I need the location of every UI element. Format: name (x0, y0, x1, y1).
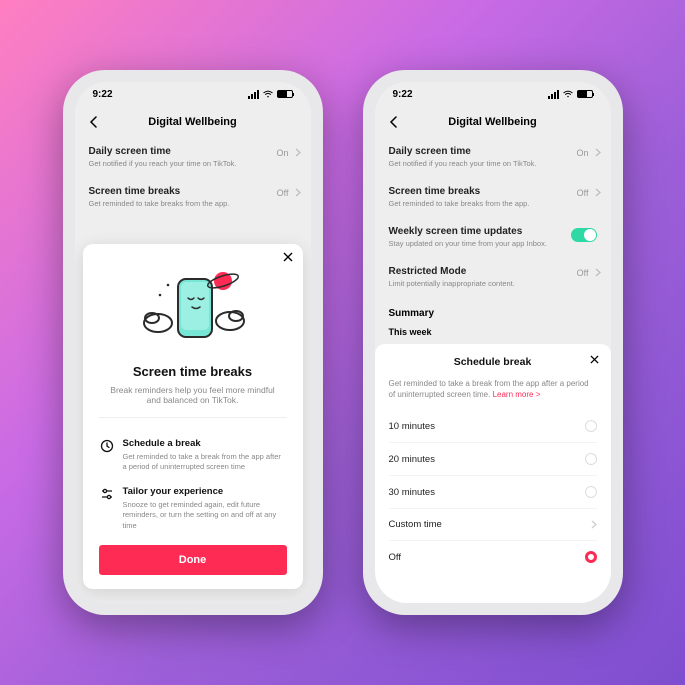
row-value: Off (577, 188, 589, 198)
feature-tailor: Tailor your experience Snooze to get rem… (99, 486, 287, 530)
chevron-left-icon (89, 116, 99, 128)
feature-desc: Get reminded to take a break from the ap… (123, 452, 287, 472)
radio-selected-icon (585, 551, 597, 563)
sheet-title: Schedule break (389, 356, 597, 368)
row-subtitle: Get notified if you reach your time on T… (389, 159, 597, 168)
row-title: Daily screen time (389, 146, 597, 157)
done-button[interactable]: Done (99, 545, 287, 575)
sliders-icon (99, 486, 115, 530)
summary-header: Summary (375, 298, 611, 323)
row-title: Weekly screen time updates (389, 226, 597, 237)
option-off[interactable]: Off (389, 541, 597, 573)
row-daily-screen-time[interactable]: Daily screen time Get notified if you re… (375, 138, 611, 178)
row-title: Screen time breaks (389, 186, 597, 197)
chevron-right-icon (595, 188, 601, 197)
phone-right: 9:22 Digital Wellbeing Daily screen time… (363, 70, 623, 615)
option-10-min[interactable]: 10 minutes (389, 410, 597, 443)
modal-title: Screen time breaks (99, 364, 287, 379)
row-restricted-mode[interactable]: Restricted Mode Limit potentially inappr… (375, 258, 611, 298)
row-title: Restricted Mode (389, 266, 597, 277)
status-time: 9:22 (93, 89, 113, 100)
battery-icon (277, 90, 293, 98)
row-subtitle: Get reminded to take breaks from the app… (389, 199, 597, 208)
screen-left: 9:22 Digital Wellbeing Daily screen time… (75, 82, 311, 603)
screen-time-breaks-modal: Screen time breaks Break reminders help … (83, 244, 303, 589)
weekly-toggle[interactable] (571, 228, 597, 242)
battery-icon (577, 90, 593, 98)
row-value: On (276, 148, 288, 158)
option-custom[interactable]: Custom time (389, 509, 597, 541)
radio-icon (585, 453, 597, 465)
back-button[interactable] (389, 116, 399, 128)
divider (99, 417, 287, 418)
nav-bar: Digital Wellbeing (375, 106, 611, 138)
row-subtitle: Get notified if you reach your time on T… (89, 159, 297, 168)
option-30-min[interactable]: 30 minutes (389, 476, 597, 509)
feature-schedule: Schedule a break Get reminded to take a … (99, 438, 287, 472)
row-subtitle: Get reminded to take breaks from the app… (89, 199, 297, 208)
row-title: Screen time breaks (89, 186, 297, 197)
row-screen-time-breaks[interactable]: Screen time breaks Get reminded to take … (75, 178, 311, 218)
chevron-right-icon (591, 520, 597, 529)
phone-left: 9:22 Digital Wellbeing Daily screen time… (63, 70, 323, 615)
page-title: Digital Wellbeing (148, 116, 236, 128)
option-20-min[interactable]: 20 minutes (389, 443, 597, 476)
screen-right: 9:22 Digital Wellbeing Daily screen time… (375, 82, 611, 603)
chevron-left-icon (389, 116, 399, 128)
row-subtitle: Limit potentially inappropriate content. (389, 279, 597, 288)
close-icon (590, 355, 599, 364)
close-button[interactable] (283, 252, 293, 262)
learn-more-link[interactable]: Learn more > (493, 390, 541, 399)
chevron-right-icon (295, 188, 301, 197)
schedule-break-sheet: Schedule break Get reminded to take a br… (375, 344, 611, 603)
close-button[interactable] (590, 355, 599, 364)
row-value: Off (577, 268, 589, 278)
close-icon (283, 252, 293, 262)
chevron-right-icon (595, 148, 601, 157)
row-daily-screen-time[interactable]: Daily screen time Get notified if you re… (75, 138, 311, 178)
illustration (99, 260, 287, 360)
radio-icon (585, 486, 597, 498)
row-weekly-updates[interactable]: Weekly screen time updates Stay updated … (375, 218, 611, 258)
modal-subtitle: Break reminders help you feel more mindf… (99, 385, 287, 405)
status-bar: 9:22 (375, 82, 611, 106)
row-subtitle: Stay updated on your time from your app … (389, 239, 597, 248)
chevron-right-icon (295, 148, 301, 157)
page-title: Digital Wellbeing (448, 116, 536, 128)
sheet-description: Get reminded to take a break from the ap… (389, 378, 597, 400)
wifi-icon (263, 90, 273, 98)
chevron-right-icon (595, 268, 601, 277)
row-screen-time-breaks[interactable]: Screen time breaks Get reminded to take … (375, 178, 611, 218)
feature-desc: Snooze to get reminded again, edit futur… (123, 500, 287, 530)
status-bar: 9:22 (75, 82, 311, 106)
clock-icon (99, 438, 115, 472)
row-value: On (576, 148, 588, 158)
status-time: 9:22 (393, 89, 413, 100)
nav-bar: Digital Wellbeing (75, 106, 311, 138)
signal-icon (548, 90, 559, 99)
back-button[interactable] (89, 116, 99, 128)
signal-icon (248, 90, 259, 99)
feature-title: Tailor your experience (123, 486, 287, 497)
wifi-icon (563, 90, 573, 98)
feature-title: Schedule a break (123, 438, 287, 449)
tab-this-week[interactable]: This week (375, 323, 611, 337)
row-value: Off (277, 188, 289, 198)
radio-icon (585, 420, 597, 432)
row-title: Daily screen time (89, 146, 297, 157)
